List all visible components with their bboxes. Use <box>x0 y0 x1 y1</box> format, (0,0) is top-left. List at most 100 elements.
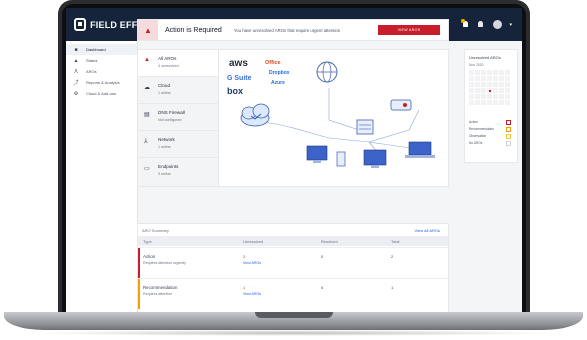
chevron-down-icon[interactable]: ▾ <box>509 22 512 28</box>
gear-icon: ⚙ <box>73 90 79 97</box>
row-subtitle: Requires attention <box>143 292 173 296</box>
calendar-day[interactable] <box>505 82 510 87</box>
network-overview: ▲ All AROs 4 unresolved ☁ Cloud 1 online… <box>137 49 449 187</box>
calendar-day[interactable] <box>505 76 510 81</box>
network-item-cloud[interactable]: ☁ Cloud 1 online <box>138 77 218 104</box>
calendar-day[interactable] <box>493 100 498 105</box>
cloud-icon <box>240 103 270 127</box>
table-row[interactable]: Recommendation Requires attention 1 View… <box>138 278 448 309</box>
calendar-day[interactable] <box>475 82 480 87</box>
chart-icon: ⤴ <box>73 80 79 86</box>
bell-icon[interactable] <box>478 20 486 29</box>
router-icon <box>390 99 412 111</box>
calendar-day[interactable] <box>493 70 498 75</box>
calendar-day[interactable] <box>481 88 486 93</box>
calendar-day[interactable] <box>487 76 492 81</box>
monitor-icon <box>306 145 328 163</box>
monitor-icon: ▭ <box>144 166 150 172</box>
row-view-aros-link[interactable]: View AROs <box>243 292 261 296</box>
avatar[interactable] <box>493 20 503 29</box>
view-aros-button[interactable]: VIEW AROS <box>378 25 440 35</box>
sidebar-item-cloud-addons[interactable]: ⚙ Cloud & Add-ons <box>66 88 137 99</box>
network-item-dns-firewall[interactable]: ▤ DNS Firewall Not configured <box>138 104 218 131</box>
calendar-day[interactable] <box>487 70 492 75</box>
server-icon <box>356 119 374 135</box>
calendar-day[interactable] <box>505 88 510 93</box>
laptop-shadow <box>30 330 557 336</box>
row-total: 1 <box>391 285 394 290</box>
calendar-day[interactable] <box>505 70 510 75</box>
calendar-day[interactable] <box>505 100 510 105</box>
calendar-day[interactable] <box>487 94 492 99</box>
sidebar-item-aros[interactable]: Λ AROs <box>66 66 137 77</box>
sidebar-item-label: Dashboard <box>86 47 106 52</box>
calendar-day[interactable] <box>493 94 498 99</box>
row-unresolved: 1 <box>243 285 246 290</box>
calendar-day[interactable] <box>481 76 486 81</box>
firewall-icon: ▤ <box>144 112 150 118</box>
summary-title: ARO Summary <box>142 228 169 233</box>
calendar-day[interactable] <box>469 100 474 105</box>
calendar-day[interactable] <box>469 94 474 99</box>
calendar-day[interactable] <box>481 94 486 99</box>
calendar-day[interactable] <box>499 82 504 87</box>
row-view-aros-link[interactable]: View AROs <box>243 261 261 265</box>
calendar-day[interactable] <box>493 76 498 81</box>
row-subtitle: Requires attention urgently <box>143 261 186 265</box>
severity-bar <box>138 279 140 309</box>
network-item-status: 4 unresolved <box>158 64 179 68</box>
network-item-status: 1 online <box>158 145 171 149</box>
calendar-day[interactable] <box>499 94 504 99</box>
summary-header-row: Type Unresolved Resolved Total <box>138 236 448 246</box>
severity-bar <box>138 248 140 278</box>
calendar-day[interactable] <box>481 70 486 75</box>
calendar-day[interactable] <box>475 70 480 75</box>
column-resolved: Resolved <box>321 239 338 244</box>
calendar-day[interactable] <box>487 100 492 105</box>
alert-title: Action is Required <box>165 26 222 34</box>
calendar-day[interactable] <box>469 76 474 81</box>
view-all-aros-link[interactable]: View All AROs <box>415 228 441 233</box>
grid-icon: ■ <box>74 46 78 53</box>
row-total: 2 <box>391 254 394 259</box>
aro-summary: ARO Summary View All AROs Type Unresolve… <box>137 223 449 312</box>
calendar-day[interactable] <box>499 76 504 81</box>
calendar-day[interactable] <box>493 82 498 87</box>
calendar-day[interactable] <box>493 88 498 93</box>
sidebar-item-dashboard[interactable]: ■ Dashboard <box>66 44 137 55</box>
sidebar-item-status[interactable]: ▲ Status <box>66 55 137 66</box>
calendar-day[interactable] <box>499 70 504 75</box>
alert-message: You have unresolved AROs that require ur… <box>233 27 341 33</box>
legend: Action Recommendation Observation No ARO… <box>469 120 511 148</box>
calendar-day[interactable] <box>499 100 504 105</box>
sidebar-item-reports[interactable]: ⤴ Reports & Analysis <box>66 77 137 88</box>
calendar-day[interactable] <box>499 88 504 93</box>
aro-marker <box>488 89 491 92</box>
calendar-day[interactable] <box>481 100 486 105</box>
calendar-day[interactable] <box>469 70 474 75</box>
row-unresolved: 2 <box>243 254 246 259</box>
calendar-day[interactable] <box>481 82 486 87</box>
calendar-day[interactable] <box>469 88 474 93</box>
calendar-day[interactable] <box>469 82 474 87</box>
network-diagram: aws Office Dropbox G Suite Azure box <box>219 50 448 186</box>
legend-item: Observation <box>469 134 511 141</box>
sidebar-item-label: Status <box>86 58 98 63</box>
triangle-icon: ▲ <box>73 57 79 64</box>
table-row[interactable]: Action Requires attention urgently 2 Vie… <box>138 247 448 278</box>
calendar-day[interactable] <box>475 88 480 93</box>
network-item-all-aros[interactable]: ▲ All AROs 4 unresolved <box>138 50 218 77</box>
calendar-day[interactable] <box>487 82 492 87</box>
network-item-title: Endpoints <box>158 164 179 169</box>
notifications-icon[interactable] <box>461 18 471 29</box>
calendar-day[interactable] <box>475 76 480 81</box>
network-item-endpoints[interactable]: ▭ Endpoints 3 online <box>138 158 218 185</box>
calendar-month: Nov 2020 <box>469 63 484 67</box>
calendar-day[interactable] <box>505 94 510 99</box>
calendar-day[interactable] <box>475 94 480 99</box>
calendar-day[interactable] <box>475 100 480 105</box>
panel-title: Unresolved AROs <box>469 55 501 60</box>
network-item-network[interactable]: ⅄ Network 1 online <box>138 131 218 158</box>
column-type: Type <box>143 239 152 244</box>
network-item-title: DNS Firewall <box>158 110 185 115</box>
